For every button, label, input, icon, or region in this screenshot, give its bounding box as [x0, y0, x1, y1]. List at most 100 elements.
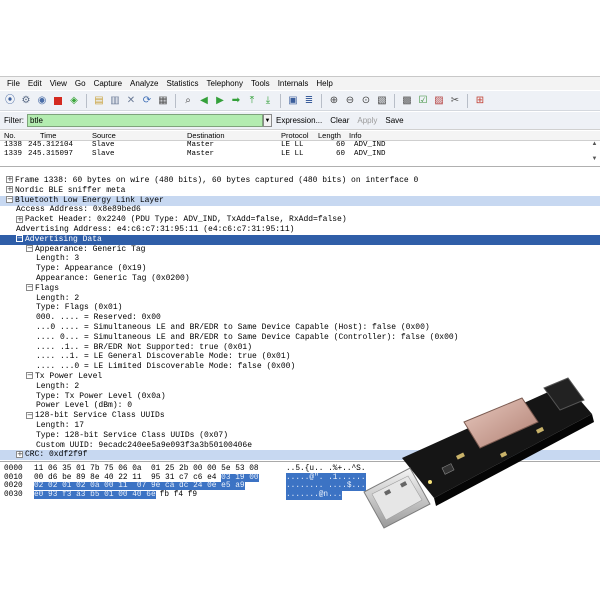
- open-file-icon[interactable]: ▤: [92, 94, 106, 108]
- column-length[interactable]: Length: [318, 131, 341, 141]
- tree-row[interactable]: 000. .... = Reserved: 0x00: [0, 313, 600, 323]
- filter-input[interactable]: btle: [27, 114, 263, 127]
- scroll-down-icon[interactable]: ▼: [590, 156, 599, 165]
- menu-capture[interactable]: Capture: [90, 77, 126, 90]
- collapse-icon[interactable]: −: [16, 235, 23, 243]
- collapse-icon[interactable]: −: [6, 195, 13, 203]
- tree-row[interactable]: Access Address: 0x8e89bed6: [0, 205, 600, 215]
- stop-capture-icon[interactable]: [51, 94, 65, 108]
- column-destination[interactable]: Destination: [187, 131, 225, 141]
- restart-capture-icon[interactable]: ◈: [67, 94, 81, 108]
- coloring-rules-icon[interactable]: ▨: [432, 94, 446, 108]
- zoom-in-icon[interactable]: ⊕: [327, 94, 341, 108]
- resize-columns-icon[interactable]: ▧: [375, 94, 389, 108]
- collapse-icon[interactable]: −: [26, 284, 33, 292]
- packet-row[interactable]: 1339 245.315097 Slave Master LE LL 60 AD…: [0, 150, 600, 159]
- tree-row[interactable]: + Frame 1338: 60 bytes on wire (480 bits)…: [0, 176, 600, 186]
- colorize-icon[interactable]: ▣: [286, 94, 300, 108]
- tree-row[interactable]: Length: 3: [0, 254, 600, 264]
- go-last-icon[interactable]: ⤓: [261, 94, 275, 108]
- normal-size-icon[interactable]: ⊙: [359, 94, 373, 108]
- scroll-up-icon[interactable]: ▲: [590, 141, 599, 150]
- start-capture-icon[interactable]: ◉: [35, 94, 49, 108]
- menu-tools[interactable]: Tools: [247, 77, 274, 90]
- expand-icon[interactable]: +: [6, 186, 13, 194]
- tree-row[interactable]: − Advertising Data: [0, 235, 600, 245]
- expand-icon[interactable]: +: [16, 450, 23, 458]
- column-source[interactable]: Source: [92, 131, 116, 141]
- zoom-out-icon[interactable]: ⊖: [343, 94, 357, 108]
- tree-row-text: Advertising Data: [25, 234, 102, 244]
- packet-destination: Master: [187, 150, 215, 158]
- menu-statistics[interactable]: Statistics: [163, 77, 203, 90]
- column-time[interactable]: Time: [40, 131, 56, 141]
- close-file-icon[interactable]: ✕: [124, 94, 138, 108]
- packet-time: 245.312104: [28, 141, 74, 149]
- tree-row[interactable]: .... 0... = Simultaneous LE and BR/EDR t…: [0, 333, 600, 343]
- tree-row[interactable]: Advertising Address: e4:c6:c7:31:95:11 (…: [0, 225, 600, 235]
- collapse-icon[interactable]: −: [26, 244, 33, 252]
- menu-analyze[interactable]: Analyze: [126, 77, 162, 90]
- toolbar-separator: [280, 93, 281, 108]
- expression-button[interactable]: Expression...: [276, 116, 322, 125]
- expand-icon[interactable]: +: [16, 215, 23, 223]
- tree-row-text: .... ...0 = LE Limited Discoverable Mode…: [36, 362, 296, 372]
- expand-icon[interactable]: +: [6, 176, 13, 184]
- toolbar-separator: [321, 93, 322, 108]
- tree-row-text: Packet Header: 0x2240 (PDU Type: ADV_IND…: [25, 215, 347, 225]
- tree-row[interactable]: ...0 .... = Simultaneous LE and BR/EDR t…: [0, 323, 600, 333]
- apply-button[interactable]: Apply: [357, 116, 377, 125]
- tree-row[interactable]: Type: Flags (0x01): [0, 303, 600, 313]
- tree-row[interactable]: .... ..1. = LE General Discoverable Mode…: [0, 352, 600, 362]
- tree-row[interactable]: − Flags: [0, 284, 600, 294]
- column-no[interactable]: No.: [4, 131, 16, 141]
- column-protocol[interactable]: Protocol: [281, 131, 309, 141]
- go-first-icon[interactable]: ⤒: [245, 94, 259, 108]
- menu-telephony[interactable]: Telephony: [203, 77, 247, 90]
- menu-edit[interactable]: Edit: [24, 77, 46, 90]
- display-filters-icon[interactable]: ☑: [416, 94, 430, 108]
- print-icon[interactable]: ▦: [156, 94, 170, 108]
- go-forward-icon[interactable]: ▶: [213, 94, 227, 108]
- clear-button[interactable]: Clear: [330, 116, 349, 125]
- tree-row[interactable]: − Appearance: Generic Tag: [0, 244, 600, 255]
- tree-row[interactable]: + Nordic BLE sniffer meta: [0, 186, 600, 196]
- preferences-icon[interactable]: ✂: [448, 94, 462, 108]
- filter-dropdown-icon[interactable]: ▼: [263, 114, 272, 127]
- hex-bytes[interactable]: e0 93 f3 a3 b5 01 00 40 6e fb f4 f9: [34, 490, 197, 500]
- menu-file[interactable]: File: [3, 77, 24, 90]
- menu-go[interactable]: Go: [71, 77, 90, 90]
- tree-row-text: Custom UUID: 9ecadc240ee5a9e093f3a3b5010…: [36, 440, 253, 450]
- save-file-icon[interactable]: ▥: [108, 94, 122, 108]
- packet-no: 1339: [4, 150, 23, 158]
- save-button[interactable]: Save: [385, 116, 403, 125]
- hex-ascii[interactable]: .......@n...: [286, 489, 343, 500]
- tree-row[interactable]: Type: Appearance (0x19): [0, 264, 600, 274]
- capture-options-icon[interactable]: ⚙: [19, 94, 33, 108]
- collapse-icon[interactable]: −: [26, 372, 33, 380]
- column-info[interactable]: Info: [349, 131, 362, 141]
- capture-filters-icon[interactable]: ▩: [400, 94, 414, 108]
- reload-icon[interactable]: ⟳: [140, 94, 154, 108]
- tree-row-text: Type: Flags (0x01): [36, 303, 123, 313]
- interface-list-icon[interactable]: ⦿: [3, 94, 17, 108]
- tree-row[interactable]: .... .1.. = BR/EDR Not Supported: true (…: [0, 343, 600, 353]
- tree-row-text: Nordic BLE sniffer meta: [15, 185, 126, 195]
- go-to-packet-icon[interactable]: ➡: [229, 94, 243, 108]
- packet-no: 1338: [4, 141, 23, 149]
- find-packet-icon[interactable]: ⌕: [181, 94, 195, 108]
- tree-row[interactable]: + Packet Header: 0x2240 (PDU Type: ADV_IN…: [0, 215, 600, 225]
- menu-help[interactable]: Help: [312, 77, 336, 90]
- hex-bytes-selected: e0 93 f3 a3 b5 01 00 40 6e: [34, 490, 156, 499]
- go-back-icon[interactable]: ◀: [197, 94, 211, 108]
- packet-row[interactable]: 1338 245.312104 Slave Master LE LL 60 AD…: [0, 141, 600, 150]
- menu-internals[interactable]: Internals: [274, 77, 313, 90]
- menu-view[interactable]: View: [46, 77, 71, 90]
- collapse-icon[interactable]: −: [26, 411, 33, 419]
- tree-row[interactable]: Appearance: Generic Tag (0x0200): [0, 274, 600, 284]
- tree-row[interactable]: − Bluetooth Low Energy Link Layer: [0, 195, 600, 206]
- tree-row[interactable]: Length: 2: [0, 294, 600, 304]
- help-icon[interactable]: ⊞: [473, 94, 487, 108]
- auto-scroll-icon[interactable]: ≣: [302, 94, 316, 108]
- packet-length: 60: [336, 150, 346, 158]
